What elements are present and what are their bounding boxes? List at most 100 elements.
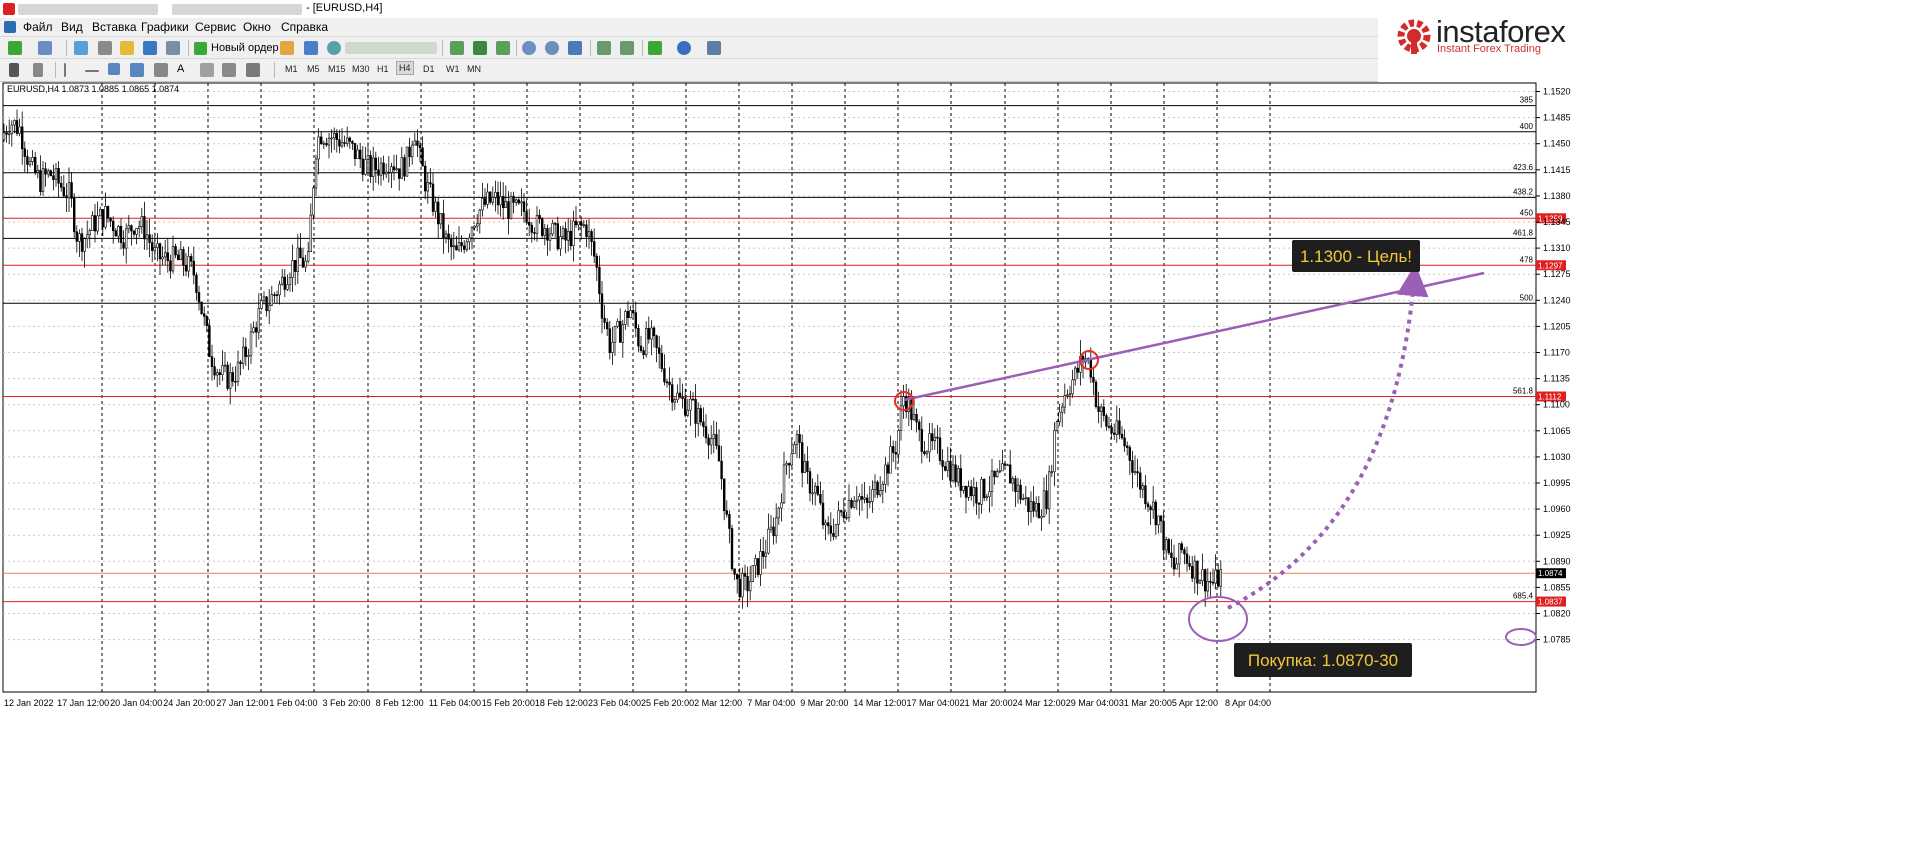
candle-body <box>403 157 406 177</box>
autoscroll-icon[interactable] <box>620 41 634 55</box>
timeframe-h4[interactable]: H4 <box>396 61 414 75</box>
menu-window[interactable]: Окно <box>243 20 271 34</box>
zoom-out-icon[interactable] <box>545 41 559 55</box>
candle-body <box>78 233 81 242</box>
bar-chart-icon[interactable] <box>450 41 464 55</box>
candle-body <box>2 132 6 141</box>
candle-body <box>5 132 8 135</box>
candle-body <box>886 464 890 474</box>
arrows-icon[interactable] <box>222 63 236 77</box>
crosshair-icon[interactable] <box>33 63 43 77</box>
market-watch-icon[interactable] <box>74 41 88 55</box>
profiles-icon[interactable] <box>38 41 52 55</box>
candle-body <box>112 220 115 232</box>
timeframe-m15[interactable]: M15 <box>326 63 348 75</box>
candle-body <box>1154 501 1158 526</box>
text-icon[interactable]: A <box>177 63 189 77</box>
navigator-icon[interactable] <box>120 41 134 55</box>
candle-body <box>127 225 131 230</box>
timeframe-d1[interactable]: D1 <box>421 63 437 75</box>
candle-body <box>1128 447 1132 461</box>
metaeditor-icon[interactable] <box>280 41 294 55</box>
text-label-icon[interactable] <box>200 63 214 77</box>
candle-body <box>868 501 872 503</box>
price-chart[interactable]: 385400423.6438.24501.1359461.84781.12975… <box>0 80 1919 865</box>
timeframe-m1[interactable]: M1 <box>283 63 300 75</box>
candle-body <box>239 361 242 364</box>
menu-file[interactable]: Файл <box>23 20 53 34</box>
candle-body <box>273 294 276 296</box>
candle-body <box>117 225 120 237</box>
candle-body <box>969 486 973 497</box>
cursor-icon[interactable] <box>9 63 19 77</box>
candle-body <box>530 224 534 233</box>
data-window-icon[interactable] <box>98 41 112 55</box>
shapes-icon[interactable] <box>246 63 260 77</box>
zoom-in-icon[interactable] <box>522 41 536 55</box>
x-tick-label: 14 Mar 12:00 <box>853 698 906 708</box>
candle-body <box>439 213 442 225</box>
menu-insert[interactable]: Вставка <box>92 20 137 34</box>
candle-body <box>1100 406 1103 412</box>
candle-body <box>566 231 570 241</box>
candle-body <box>585 224 588 237</box>
channel-icon[interactable] <box>130 63 144 77</box>
candle-body <box>923 451 926 455</box>
templates-icon[interactable] <box>707 41 721 55</box>
candle-body <box>444 233 448 239</box>
trendline-icon[interactable] <box>108 63 120 75</box>
timeframe-w1[interactable]: W1 <box>444 63 462 75</box>
terminal-icon[interactable] <box>143 41 157 55</box>
candle-body <box>140 216 143 228</box>
candle-body <box>717 445 721 462</box>
new-chart-icon[interactable] <box>8 41 22 55</box>
y-tick-label: 1.1520 <box>1543 87 1571 97</box>
new-order-button[interactable]: Новый ордер <box>194 39 279 57</box>
candle-body <box>738 578 742 598</box>
timeframe-m30[interactable]: M30 <box>350 63 372 75</box>
horizontal-line-icon[interactable] <box>85 70 99 72</box>
indicators-icon[interactable] <box>648 41 662 55</box>
y-tick-label: 1.0820 <box>1543 609 1571 619</box>
line-chart-icon[interactable] <box>496 41 510 55</box>
candle-body <box>1003 463 1007 466</box>
candle-body <box>527 221 531 226</box>
tile-windows-icon[interactable] <box>568 41 582 55</box>
autotrading-icon[interactable] <box>327 41 341 55</box>
menu-view[interactable]: Вид <box>61 20 83 34</box>
candle-body <box>319 136 323 144</box>
candle-body <box>1115 420 1119 435</box>
candle-body <box>1219 569 1223 587</box>
candle-body <box>379 162 383 176</box>
candle-body <box>1167 539 1171 554</box>
menu-tools[interactable]: Сервис <box>195 20 236 34</box>
candle-body <box>676 392 679 401</box>
candlestick-icon[interactable] <box>473 41 487 55</box>
candle-body <box>917 421 921 430</box>
timeframe-m5[interactable]: M5 <box>305 63 322 75</box>
x-tick-label: 24 Mar 12:00 <box>1013 698 1066 708</box>
candle-body <box>192 261 195 276</box>
candle-body <box>533 232 536 234</box>
candle-body <box>756 558 760 575</box>
menu-charts[interactable]: Графики <box>141 20 189 34</box>
candle-body <box>725 510 729 515</box>
candle-body <box>288 277 292 285</box>
chart-window[interactable]: 385 400 423.6 438.2 450 1.1359 461.8 478 1.1297 5… <box>0 80 1919 865</box>
candle-body <box>891 446 895 453</box>
candle-body <box>860 496 864 500</box>
candle-body <box>18 126 21 134</box>
signals-icon[interactable] <box>304 41 318 55</box>
tester-icon[interactable] <box>166 41 180 55</box>
vertical-line-icon[interactable] <box>64 63 66 77</box>
timeframe-mn[interactable]: MN <box>465 63 483 75</box>
chart-shift-icon[interactable] <box>597 41 611 55</box>
candle-body <box>553 223 557 225</box>
candle-body <box>1040 516 1043 519</box>
candle-body <box>286 284 289 290</box>
periods-icon[interactable] <box>677 41 691 55</box>
timeframe-h1[interactable]: H1 <box>375 63 391 75</box>
fibonacci-icon[interactable] <box>154 63 168 77</box>
menu-help[interactable]: Справка <box>281 20 328 34</box>
candle-body <box>221 365 224 375</box>
